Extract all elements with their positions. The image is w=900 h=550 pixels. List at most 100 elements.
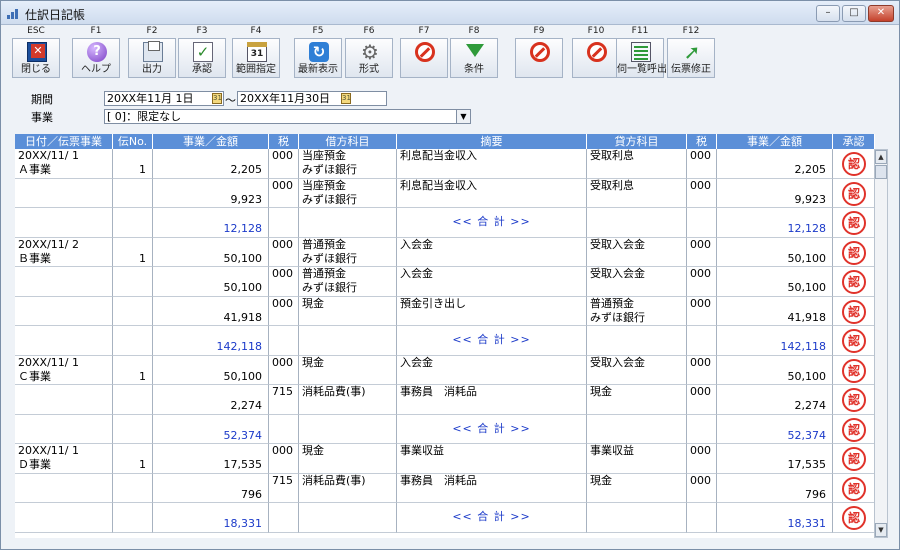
approval-cell[interactable]: 認: [833, 149, 875, 179]
credit-amount-cell[interactable]: 9,923: [717, 179, 833, 208]
memo-cell[interactable]: 利息配当金収入: [397, 149, 587, 179]
credit-tax-cell[interactable]: 000: [687, 444, 717, 474]
debit-amount-cell[interactable]: 50,100: [153, 356, 269, 385]
approval-cell[interactable]: 認: [833, 238, 875, 267]
credit-amount-cell[interactable]: 2,205: [717, 149, 833, 179]
approval-stamp-icon[interactable]: 認: [842, 477, 866, 501]
credit-amount-cell[interactable]: 796: [717, 474, 833, 503]
toolbar-button-f1[interactable]: ? ヘルプ: [72, 38, 120, 78]
toolbar-button-f2[interactable]: 出力: [128, 38, 176, 78]
toolbar-button-f3[interactable]: ✓ 承認: [178, 38, 226, 78]
debit-account-cell[interactable]: 現金: [299, 356, 397, 385]
column-header[interactable]: 貸方科目: [587, 134, 687, 149]
approval-stamp-icon[interactable]: 認: [842, 359, 866, 383]
approval-cell[interactable]: 認: [833, 356, 875, 385]
column-header[interactable]: 摘要: [397, 134, 587, 149]
approval-cell[interactable]: 認: [833, 415, 875, 444]
debit-amount-cell[interactable]: 41,918: [153, 297, 269, 326]
approval-cell[interactable]: 認: [833, 444, 875, 474]
toolbar-button-f7-disabled[interactable]: [400, 38, 448, 78]
credit-amount-cell[interactable]: 50,100: [717, 267, 833, 297]
date-cell[interactable]: 20XX/11/ 1 Ａ事業: [15, 149, 113, 179]
period-from-input[interactable]: 20XX年11月 1日: [104, 91, 224, 106]
toolbar-button-f5[interactable]: ↻ 最新表示: [294, 38, 342, 78]
credit-account-cell[interactable]: 受取入会金: [587, 238, 687, 267]
minimize-button[interactable]: –: [816, 5, 840, 22]
date-cell[interactable]: [15, 179, 113, 208]
scroll-up-button[interactable]: ▲: [875, 150, 887, 164]
approval-cell[interactable]: 認: [833, 326, 875, 356]
approval-stamp-icon[interactable]: 認: [842, 329, 866, 353]
voucher-no-cell[interactable]: [113, 385, 153, 415]
credit-tax-cell[interactable]: 000: [687, 238, 717, 267]
debit-tax-cell[interactable]: 000: [269, 149, 299, 179]
credit-tax-cell[interactable]: 000: [687, 149, 717, 179]
memo-cell[interactable]: 利息配当金収入: [397, 179, 587, 208]
credit-account-cell[interactable]: 受取利息: [587, 149, 687, 179]
credit-account-cell[interactable]: 受取利息: [587, 179, 687, 208]
approval-stamp-icon[interactable]: 認: [842, 418, 866, 442]
debit-account-cell[interactable]: 現金: [299, 444, 397, 474]
memo-cell[interactable]: 事務員 消耗品: [397, 474, 587, 503]
debit-account-cell[interactable]: 消耗品費(事): [299, 385, 397, 415]
voucher-no-cell[interactable]: 1: [113, 149, 153, 179]
approval-cell[interactable]: 認: [833, 474, 875, 503]
approval-cell[interactable]: 認: [833, 179, 875, 208]
approval-stamp-icon[interactable]: 認: [842, 270, 866, 294]
debit-amount-cell[interactable]: 9,923: [153, 179, 269, 208]
approval-cell[interactable]: 認: [833, 208, 875, 238]
debit-account-cell[interactable]: 普通預金 みずほ銀行: [299, 238, 397, 267]
memo-cell[interactable]: 入会金: [397, 238, 587, 267]
debit-account-cell[interactable]: 当座預金 みずほ銀行: [299, 149, 397, 179]
close-button[interactable]: ✕: [868, 5, 894, 22]
date-cell[interactable]: 20XX/11/ 1 Ｃ事業: [15, 356, 113, 385]
debit-account-cell[interactable]: 普通預金 みずほ銀行: [299, 267, 397, 297]
debit-tax-cell[interactable]: 000: [269, 179, 299, 208]
debit-account-cell[interactable]: 消耗品費(事): [299, 474, 397, 503]
debit-amount-cell[interactable]: 796: [153, 474, 269, 503]
debit-account-cell[interactable]: 当座預金 みずほ銀行: [299, 179, 397, 208]
voucher-no-cell[interactable]: [113, 297, 153, 326]
credit-amount-cell[interactable]: 41,918: [717, 297, 833, 326]
column-header[interactable]: 日付／伝票事業: [15, 134, 113, 149]
column-header[interactable]: 伝No.: [113, 134, 153, 149]
column-header[interactable]: 承認: [833, 134, 875, 149]
approval-cell[interactable]: 認: [833, 385, 875, 415]
vertical-scrollbar[interactable]: ▲ ▼: [874, 149, 888, 538]
approval-cell[interactable]: 認: [833, 297, 875, 326]
credit-amount-cell[interactable]: 17,535: [717, 444, 833, 474]
voucher-no-cell[interactable]: 1: [113, 444, 153, 474]
approval-stamp-icon[interactable]: 認: [842, 300, 866, 324]
date-cell[interactable]: [15, 385, 113, 415]
credit-account-cell[interactable]: 現金: [587, 385, 687, 415]
debit-tax-cell[interactable]: 000: [269, 297, 299, 326]
business-select[interactable]: [ 0]：限定なし ▼: [104, 109, 471, 124]
credit-amount-cell[interactable]: 2,274: [717, 385, 833, 415]
chevron-down-icon[interactable]: ▼: [456, 110, 470, 123]
date-cell[interactable]: [15, 474, 113, 503]
debit-tax-cell[interactable]: 000: [269, 267, 299, 297]
scroll-down-button[interactable]: ▼: [875, 523, 887, 537]
approval-cell[interactable]: 認: [833, 267, 875, 297]
debit-tax-cell[interactable]: 715: [269, 474, 299, 503]
credit-tax-cell[interactable]: 000: [687, 267, 717, 297]
credit-tax-cell[interactable]: 000: [687, 474, 717, 503]
credit-amount-cell[interactable]: 50,100: [717, 238, 833, 267]
column-header[interactable]: 税: [687, 134, 717, 149]
period-to-input[interactable]: 20XX年11月30日: [237, 91, 387, 106]
debit-amount-cell[interactable]: 2,274: [153, 385, 269, 415]
debit-tax-cell[interactable]: 000: [269, 444, 299, 474]
toolbar-button-f8[interactable]: 条件: [450, 38, 498, 78]
debit-amount-cell[interactable]: 50,100: [153, 267, 269, 297]
debit-amount-cell[interactable]: 2,205: [153, 149, 269, 179]
scroll-thumb[interactable]: [875, 165, 887, 179]
date-cell[interactable]: 20XX/11/ 1 Ｄ事業: [15, 444, 113, 474]
credit-tax-cell[interactable]: 000: [687, 297, 717, 326]
debit-tax-cell[interactable]: 715: [269, 385, 299, 415]
voucher-no-cell[interactable]: [113, 267, 153, 297]
toolbar-button-f12[interactable]: ➚ 伝票修正: [667, 38, 715, 78]
credit-tax-cell[interactable]: 000: [687, 385, 717, 415]
column-header[interactable]: 借方科目: [299, 134, 397, 149]
approval-stamp-icon[interactable]: 認: [842, 388, 866, 412]
voucher-no-cell[interactable]: [113, 474, 153, 503]
